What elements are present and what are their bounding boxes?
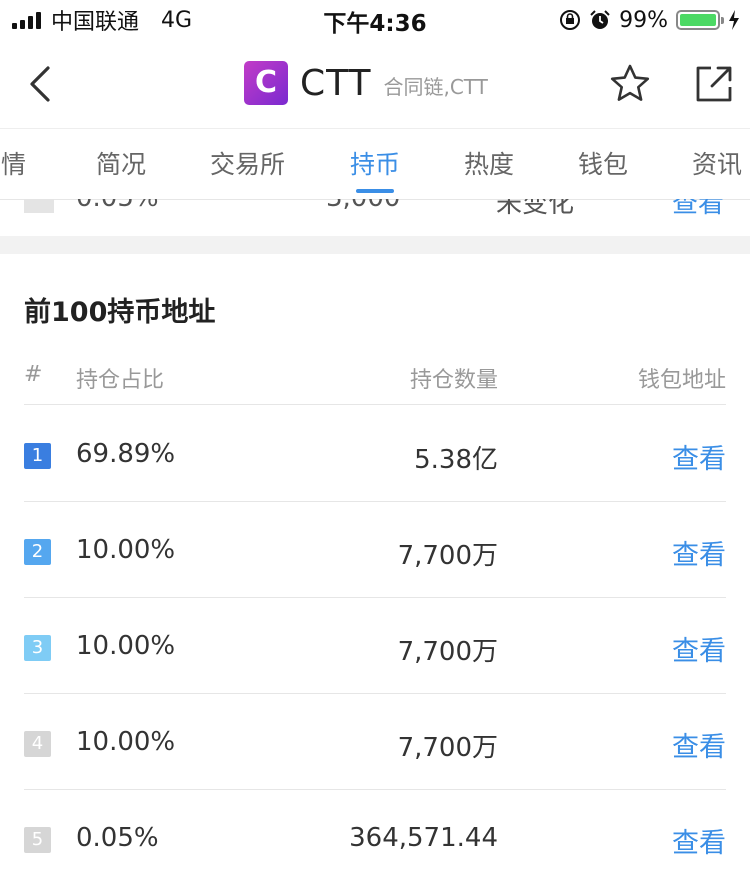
active-tab-indicator: [356, 189, 394, 193]
nav-bar: C CTT 合同链,CTT: [0, 40, 750, 128]
tab-exchange[interactable]: 交易所: [210, 145, 285, 181]
orientation-lock-icon: [560, 10, 581, 30]
coin-title: C CTT 合同链,CTT: [244, 60, 488, 106]
holding-quantity: 7,700万: [397, 733, 498, 763]
holding-percent: 10.00%: [76, 631, 176, 661]
holding-percent: 10.00%: [76, 727, 176, 757]
rank-badge: 3: [24, 635, 51, 661]
rank-badge: 2: [24, 539, 51, 565]
holding-percent: 10.00%: [76, 535, 176, 565]
tab-news[interactable]: 资讯: [692, 145, 742, 181]
holding-quantity: 364,571.44: [349, 823, 498, 853]
rank-badge: 1: [24, 443, 51, 469]
clipped-table-row: 0.05% 3,000 未变化 查看: [0, 199, 750, 235]
battery-icon: [676, 10, 724, 30]
page-subtitle: 合同链,CTT: [383, 74, 488, 99]
view-address-link[interactable]: 查看: [672, 725, 726, 764]
tab-overview[interactable]: 简况: [96, 145, 146, 181]
table-header: # 持仓占比 持仓数量 钱包地址: [24, 350, 726, 405]
tab-wallet[interactable]: 钱包: [578, 145, 628, 181]
coin-logo-letter: C: [254, 65, 278, 100]
view-address-link[interactable]: 查看: [672, 533, 726, 572]
tab-popularity[interactable]: 热度: [464, 145, 514, 181]
clipped-change: 未变化: [496, 199, 575, 219]
header-pct: 持仓占比: [76, 368, 165, 393]
clipped-rank-badge: [24, 199, 54, 213]
holding-percent: 69.89%: [76, 439, 176, 469]
tab-bar: 行情 简况 交易所 持币 热度 钱包 资讯: [0, 128, 750, 200]
battery-fill: [680, 14, 716, 26]
table-row: 2 10.00% 7,700万 查看: [24, 501, 726, 598]
holding-quantity: 5.38亿: [414, 445, 498, 475]
page-title: CTT: [300, 62, 372, 104]
share-icon[interactable]: [694, 64, 734, 104]
rank-badge: 5: [24, 827, 51, 853]
holding-quantity: 7,700万: [397, 637, 498, 667]
coin-logo: C: [244, 61, 288, 105]
tab-market[interactable]: 行情: [0, 145, 26, 181]
rank-badge: 4: [24, 731, 51, 757]
tab-holdings[interactable]: 持币: [350, 145, 400, 181]
table-row: 1 69.89% 5.38亿 查看: [24, 405, 726, 502]
section-title: 前100持币地址: [24, 297, 216, 328]
star-icon[interactable]: [608, 62, 652, 106]
view-address-link[interactable]: 查看: [672, 437, 726, 476]
clipped-view-link[interactable]: 查看: [672, 199, 724, 220]
header-address: 钱包地址: [637, 368, 726, 393]
view-address-link[interactable]: 查看: [672, 821, 726, 860]
header-qty: 持仓数量: [409, 368, 498, 393]
clipped-qty: 3,000: [326, 199, 400, 213]
status-bar: 中国联通 4G 下午4:36 99%: [0, 0, 750, 40]
clipped-pct: 0.05%: [76, 199, 159, 213]
charging-icon: [729, 10, 739, 30]
holding-percent: 0.05%: [76, 823, 159, 853]
view-address-link[interactable]: 查看: [672, 629, 726, 668]
section-divider: [0, 236, 750, 254]
battery-percent: 99%: [619, 7, 668, 33]
status-right: 99%: [559, 6, 740, 34]
header-rank: #: [24, 362, 43, 387]
alarm-icon: [590, 10, 610, 29]
table-row: 5 0.05% 364,571.44 查看: [24, 789, 726, 885]
table-row: 3 10.00% 7,700万 查看: [24, 597, 726, 694]
holding-quantity: 7,700万: [397, 541, 498, 571]
table-row: 4 10.00% 7,700万 查看: [24, 693, 726, 790]
back-icon[interactable]: [24, 62, 60, 106]
